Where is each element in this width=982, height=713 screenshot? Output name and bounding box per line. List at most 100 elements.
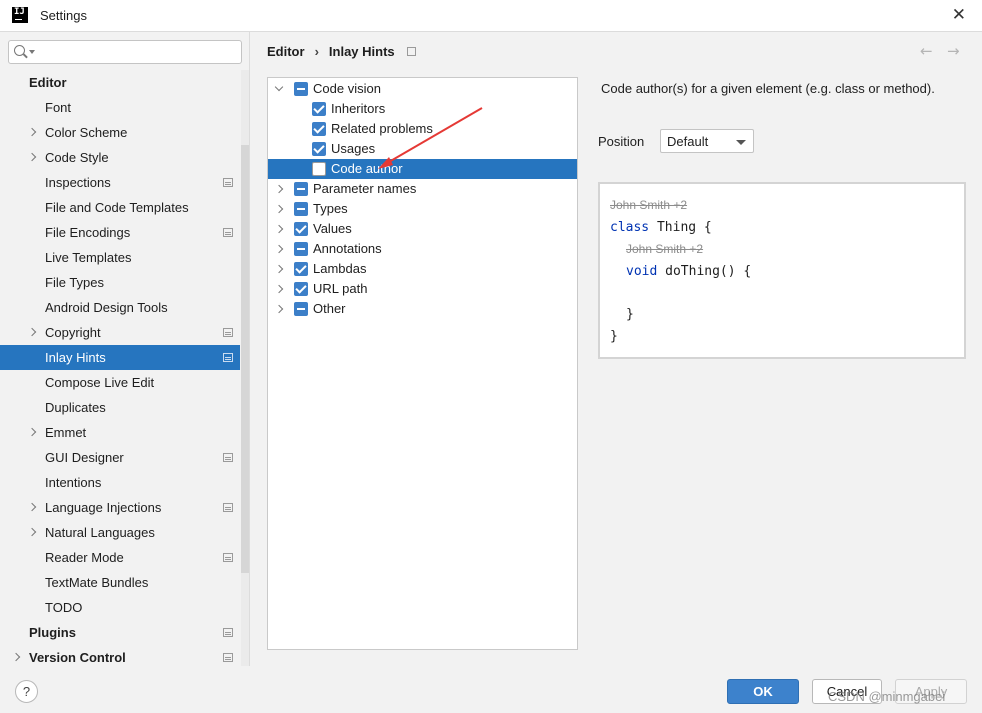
tree-item-annotations[interactable]: Annotations: [268, 239, 577, 259]
keyword-class: class: [610, 220, 650, 235]
chevron-right-icon[interactable]: [274, 264, 284, 274]
hint-description: Code author(s) for a given element (e.g.…: [601, 81, 935, 96]
chevron-right-icon[interactable]: [27, 427, 37, 437]
chevron-right-icon[interactable]: [274, 204, 284, 214]
project-settings-icon: [223, 228, 233, 237]
project-settings-icon: [223, 353, 233, 362]
chevron-down-icon: [736, 140, 746, 145]
checkbox[interactable]: [312, 102, 326, 116]
sidebar-item-label: File Encodings: [45, 225, 131, 240]
sidebar-item-textmate-bundles[interactable]: TextMate Bundles: [0, 570, 240, 595]
tree-item-types[interactable]: Types: [268, 199, 577, 219]
checkbox[interactable]: [294, 202, 308, 216]
title-bar: IJ Settings ✕: [0, 0, 982, 32]
tree-item-url-path[interactable]: URL path: [268, 279, 577, 299]
tree-item-label: Code vision: [313, 81, 381, 96]
tree-item-related-problems[interactable]: Related problems: [268, 119, 577, 139]
sidebar-item-label: Compose Live Edit: [45, 375, 155, 390]
search-icon: [14, 45, 25, 56]
sidebar-scrollbar-thumb[interactable]: [241, 145, 249, 573]
sidebar-item-gui-designer[interactable]: GUI Designer: [0, 445, 240, 470]
tree-item-label: Lambdas: [313, 261, 367, 276]
chevron-right-icon[interactable]: [274, 224, 284, 234]
tree-item-label: Annotations: [313, 241, 382, 256]
tree-item-inheritors[interactable]: Inheritors: [268, 99, 577, 119]
checkbox[interactable]: [294, 282, 308, 296]
tree-item-values[interactable]: Values: [268, 219, 577, 239]
chevron-right-icon[interactable]: [27, 527, 37, 537]
chevron-right-icon[interactable]: [274, 284, 284, 294]
position-dropdown[interactable]: Default: [660, 129, 754, 153]
tree-item-usages[interactable]: Usages: [268, 139, 577, 159]
sidebar-item-code-style[interactable]: Code Style: [0, 145, 240, 170]
sidebar-item-color-scheme[interactable]: Color Scheme: [0, 120, 240, 145]
checkbox[interactable]: [312, 162, 326, 176]
chevron-right-icon[interactable]: [27, 327, 37, 337]
sidebar-item-editor[interactable]: Editor: [0, 70, 240, 95]
sidebar-item-emmet[interactable]: Emmet: [0, 420, 240, 445]
sidebar-item-label: Emmet: [45, 425, 87, 440]
sidebar-item-compose-live-edit[interactable]: Compose Live Edit: [0, 370, 240, 395]
sidebar-item-duplicates[interactable]: Duplicates: [0, 395, 240, 420]
tree-item-label: Related problems: [331, 121, 433, 136]
breadcrumb-separator: ›: [314, 44, 319, 59]
checkbox[interactable]: [312, 142, 326, 156]
sidebar-item-copyright[interactable]: Copyright: [0, 320, 240, 345]
chevron-right-icon[interactable]: [27, 502, 37, 512]
chevron-right-icon[interactable]: [274, 304, 284, 314]
sidebar-item-file-encodings[interactable]: File Encodings: [0, 220, 240, 245]
sidebar-item-font[interactable]: Font: [0, 95, 240, 120]
checkbox[interactable]: [294, 242, 308, 256]
checkbox[interactable]: [312, 122, 326, 136]
back-arrow-icon[interactable]: ←: [920, 42, 933, 60]
sidebar-item-reader-mode[interactable]: Reader Mode: [0, 545, 240, 570]
sidebar-item-version-control[interactable]: Version Control: [0, 645, 240, 666]
sidebar-item-file-and-code-templates[interactable]: File and Code Templates: [0, 195, 240, 220]
checkbox[interactable]: [294, 222, 308, 236]
search-options-chevron-icon[interactable]: [29, 50, 35, 54]
sidebar-item-live-templates[interactable]: Live Templates: [0, 245, 240, 270]
search-input[interactable]: [8, 40, 242, 64]
sidebar-item-language-injections[interactable]: Language Injections: [0, 495, 240, 520]
checkbox[interactable]: [294, 182, 308, 196]
breadcrumb-parent[interactable]: Editor: [267, 44, 305, 59]
tree-item-code-vision[interactable]: Code vision: [268, 79, 577, 99]
sidebar-item-android-design-tools[interactable]: Android Design Tools: [0, 295, 240, 320]
sidebar-item-intentions[interactable]: Intentions: [0, 470, 240, 495]
ok-button[interactable]: OK: [727, 679, 799, 704]
help-button[interactable]: ?: [15, 680, 38, 703]
chevron-right-icon[interactable]: [27, 127, 37, 137]
sidebar-item-plugins[interactable]: Plugins: [0, 620, 240, 645]
tree-item-label: Types: [313, 201, 348, 216]
chevron-right-icon[interactable]: [27, 152, 37, 162]
project-settings-icon: [223, 328, 233, 337]
tree-item-lambdas[interactable]: Lambdas: [268, 259, 577, 279]
tree-item-other[interactable]: Other: [268, 299, 577, 319]
tree-item-label: Other: [313, 301, 346, 316]
tree-item-code-author[interactable]: Code author: [268, 159, 577, 179]
method-declaration: doThing() {: [657, 264, 752, 279]
code-line-class: class Thing {: [610, 220, 712, 235]
project-settings-icon: [223, 453, 233, 462]
sidebar-item-natural-languages[interactable]: Natural Languages: [0, 520, 240, 545]
chevron-right-icon[interactable]: [274, 244, 284, 254]
sidebar-item-label: Plugins: [29, 625, 76, 640]
position-label: Position: [598, 134, 645, 149]
tree-item-parameter-names[interactable]: Parameter names: [268, 179, 577, 199]
project-settings-icon: [223, 178, 233, 187]
checkbox[interactable]: [294, 82, 308, 96]
chevron-right-icon[interactable]: [274, 184, 284, 194]
checkbox[interactable]: [294, 262, 308, 276]
forward-arrow-icon[interactable]: →: [947, 42, 960, 60]
class-declaration: Thing {: [649, 220, 712, 235]
sidebar-item-todo[interactable]: TODO: [0, 595, 240, 620]
sidebar-item-inlay-hints[interactable]: Inlay Hints: [0, 345, 240, 370]
sidebar-item-inspections[interactable]: Inspections: [0, 170, 240, 195]
chevron-right-icon[interactable]: [11, 652, 21, 662]
sidebar-item-file-types[interactable]: File Types: [0, 270, 240, 295]
chevron-down-icon[interactable]: [274, 82, 284, 92]
sidebar-item-label: Color Scheme: [45, 125, 128, 140]
close-icon[interactable]: ✕: [952, 5, 966, 25]
checkbox[interactable]: [294, 302, 308, 316]
tree-item-label: Parameter names: [313, 181, 417, 196]
